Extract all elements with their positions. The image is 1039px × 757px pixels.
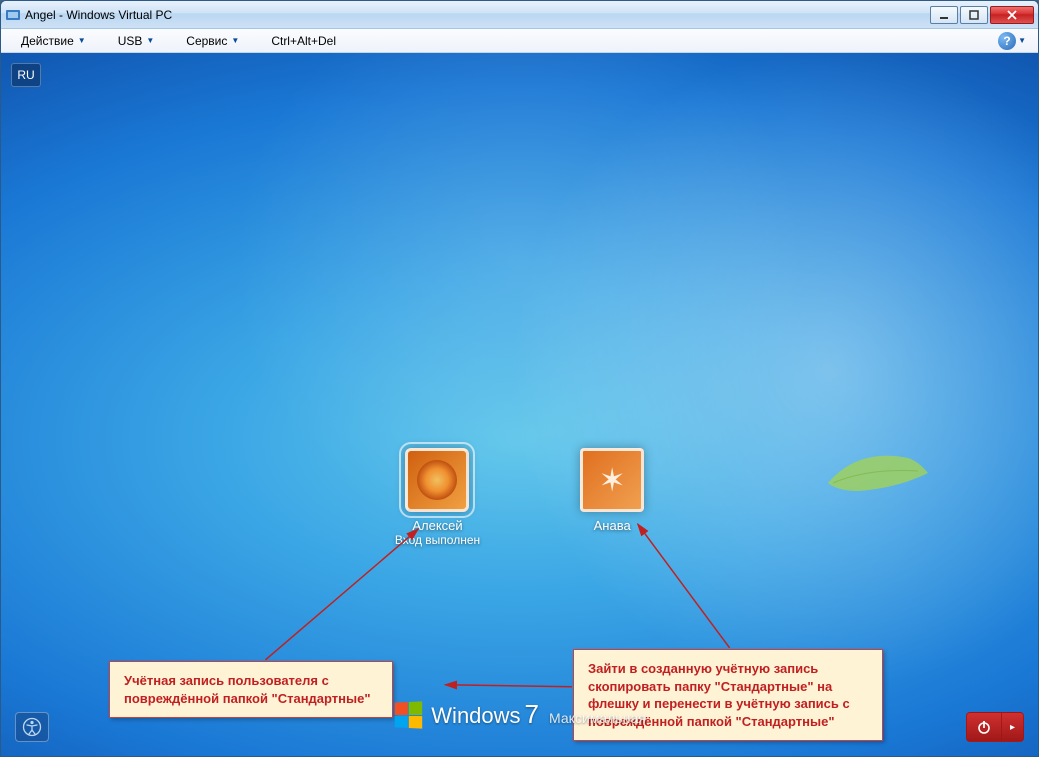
menu-usb[interactable]: USB ▼ [110,32,163,50]
brand-text: Windows 7 Максимальная [431,699,645,730]
user-status-label: Вход выполнен [395,533,480,547]
menu-service[interactable]: Сервис ▼ [178,32,247,50]
login-screen: RU Алексей Вход выполнен ✶ Анава [1,53,1038,756]
minimize-button[interactable] [930,6,958,24]
user-name-label: Алексей [412,518,462,533]
language-indicator[interactable]: RU [11,63,41,87]
windows-logo-icon [394,701,421,728]
chevron-down-icon: ▼ [231,36,239,45]
menu-ctrlaltdel[interactable]: Ctrl+Alt+Del [263,32,344,50]
menubar: Действие ▼ USB ▼ Сервис ▼ Ctrl+Alt+Del ?… [1,29,1038,53]
menu-label: Сервис [186,34,227,48]
brand-name: Windows [431,703,520,729]
menu-action[interactable]: Действие ▼ [13,32,94,50]
shutdown-options-button[interactable]: ▸ [1002,712,1024,742]
menu-label: USB [118,34,143,48]
user-account-aleksei[interactable]: Алексей Вход выполнен [395,448,480,547]
help-button[interactable]: ? [998,32,1016,50]
ease-of-access-button[interactable] [15,712,49,742]
callout-text: Учётная запись пользователя с повреждённ… [124,673,371,706]
menu-label: Ctrl+Alt+Del [271,34,336,48]
window-titlebar: Angel - Windows Virtual PC [1,1,1038,29]
annotation-callout-left: Учётная запись пользователя с повреждённ… [109,661,393,718]
user-avatar: ✶ [580,448,644,512]
user-account-anava[interactable]: ✶ Анава [580,448,644,547]
user-accounts-row: Алексей Вход выполнен ✶ Анава [1,448,1038,547]
chevron-down-icon: ▼ [1018,36,1026,45]
shutdown-button[interactable] [966,712,1002,742]
power-button-group: ▸ [966,712,1024,742]
maximize-button[interactable] [960,6,988,24]
accessibility-icon [22,717,42,737]
window-title: Angel - Windows Virtual PC [25,8,928,22]
windows-brand: Windows 7 Максимальная [393,699,645,730]
vm-window: Angel - Windows Virtual PC Действие ▼ US… [0,0,1039,757]
chevron-down-icon: ▼ [78,36,86,45]
power-icon [976,719,992,735]
window-controls [928,6,1034,24]
user-name-label: Анава [594,518,631,533]
close-button[interactable] [990,6,1034,24]
menu-label: Действие [21,34,74,48]
language-code: RU [17,68,34,82]
brand-edition: Максимальная [549,710,646,726]
app-icon [5,7,21,23]
user-avatar [405,448,469,512]
chevron-down-icon: ▼ [146,36,154,45]
brand-version: 7 [525,699,539,730]
